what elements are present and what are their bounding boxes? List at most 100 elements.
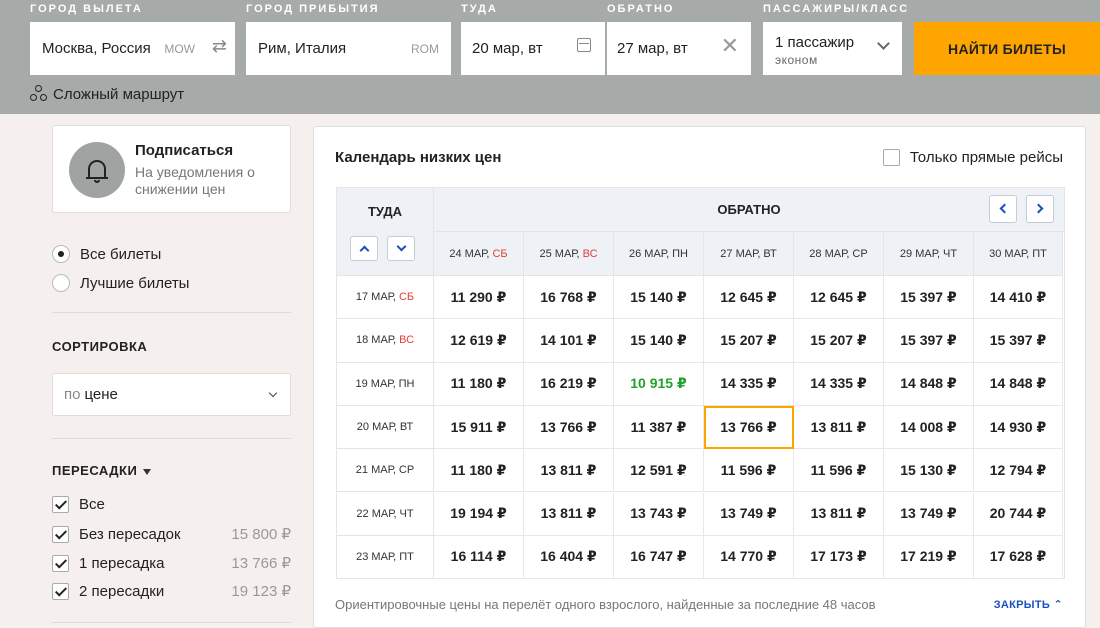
price-cell[interactable]: 14 008 ₽ (884, 405, 974, 450)
return-date-header: 29 МАР, ЧТ (884, 232, 974, 276)
weekday-text: СР (852, 247, 868, 260)
direct-flights-toggle[interactable]: Только прямые рейсы (882, 149, 1063, 166)
price-cell[interactable]: 13 749 ₽ (704, 492, 794, 536)
price-cell[interactable]: 15 911 ₽ (434, 405, 524, 450)
origin-input[interactable]: Москва, Россия MOW ⇄ (30, 22, 235, 75)
price-cell[interactable]: 13 749 ₽ (884, 492, 974, 536)
transfer-filter-all[interactable]: Все (52, 496, 291, 513)
price-cell[interactable]: 15 397 ₽ (884, 276, 974, 320)
price-cell[interactable]: 13 811 ₽ (794, 405, 884, 450)
radio-button[interactable] (52, 274, 70, 292)
chevron-down-icon (877, 37, 890, 50)
close-calendar-link[interactable]: ЗАКРЫТЬ ⌃ (994, 598, 1063, 611)
radio-button[interactable] (52, 245, 70, 263)
price-cell[interactable]: 13 766 ₽ (704, 405, 794, 450)
weekday-text: ПТ (1032, 247, 1047, 260)
price-cell[interactable]: 15 130 ₽ (884, 449, 974, 493)
next-week-button[interactable] (1026, 195, 1054, 223)
transfers-toggle[interactable]: ПЕРЕСАДКИ (52, 463, 152, 478)
passengers-label: ПАССАЖИРЫ/КЛАСС (763, 3, 910, 15)
price-cell[interactable]: 12 645 ₽ (794, 276, 884, 320)
price-cell[interactable]: 14 848 ₽ (884, 362, 974, 406)
price-cell[interactable]: 12 645 ₽ (704, 276, 794, 320)
price-cell[interactable]: 11 387 ₽ (614, 405, 704, 450)
price-cell[interactable]: 14 930 ₽ (974, 405, 1063, 450)
sort-value: цене (84, 386, 118, 403)
radio-all-tickets[interactable]: Все билеты (52, 245, 161, 263)
checkbox[interactable] (52, 582, 69, 600)
depart-column-header: ТУДА (337, 188, 434, 276)
checkbox[interactable] (52, 554, 69, 572)
checkbox[interactable] (52, 496, 69, 513)
return-header-label: ОБРАТНО (717, 202, 781, 217)
destination-input[interactable]: Рим, Италия ROM (246, 22, 451, 75)
checkbox[interactable] (882, 149, 900, 166)
checkbox[interactable] (52, 525, 69, 543)
passengers-select[interactable]: 1 пассажир эконом (763, 22, 902, 75)
price-cell[interactable]: 11 596 ₽ (704, 449, 794, 493)
caret-down-icon (143, 468, 152, 475)
prev-week-button[interactable] (989, 195, 1017, 223)
price-cell[interactable]: 11 180 ₽ (434, 449, 524, 493)
sort-select[interactable]: по цене (52, 373, 291, 416)
depart-date-input[interactable]: 20 мар, вт (461, 22, 605, 75)
transfer-filter-direct[interactable]: Без пересадок 15 800 ₽ (52, 525, 291, 543)
chevron-down-icon (268, 388, 278, 398)
price-cell[interactable]: 12 591 ₽ (614, 449, 704, 493)
date-text: 27 МАР, (720, 247, 761, 260)
price-cell[interactable]: 11 290 ₽ (434, 276, 524, 320)
radio-best-tickets[interactable]: Лучшие билеты (52, 274, 189, 292)
price-cell[interactable]: 17 173 ₽ (794, 535, 884, 580)
price-cell[interactable]: 16 768 ₽ (524, 276, 614, 320)
price-cell[interactable]: 15 140 ₽ (614, 319, 704, 363)
price-cell[interactable]: 13 766 ₽ (524, 405, 614, 450)
calendar-icon[interactable] (577, 38, 591, 52)
price-cell[interactable]: 15 140 ₽ (614, 276, 704, 320)
price-cell[interactable]: 17 219 ₽ (884, 535, 974, 580)
price-cell[interactable]: 14 410 ₽ (974, 276, 1063, 320)
price-cell[interactable]: 15 397 ₽ (974, 319, 1063, 363)
price-cell[interactable]: 14 335 ₽ (704, 362, 794, 406)
price-cell[interactable]: 19 194 ₽ (434, 492, 524, 536)
price-cell[interactable]: 13 811 ₽ (524, 449, 614, 493)
price-cell[interactable]: 15 397 ₽ (884, 319, 974, 363)
price-calendar-panel: Календарь низких цен Только прямые рейсы… (313, 126, 1086, 628)
price-cell[interactable]: 14 770 ₽ (704, 535, 794, 580)
price-cell[interactable]: 16 219 ₽ (524, 362, 614, 406)
return-date-header: 27 МАР, ВТ (704, 232, 794, 276)
date-text: 18 МАР, (355, 334, 397, 347)
chevron-up-icon (359, 245, 370, 256)
price-cell[interactable]: 15 207 ₽ (704, 319, 794, 363)
price-cell[interactable]: 14 335 ₽ (794, 362, 884, 406)
swap-icon[interactable]: ⇄ (212, 36, 227, 57)
price-cell[interactable]: 20 744 ₽ (974, 492, 1063, 536)
price-cell[interactable]: 10 915 ₽ (614, 362, 704, 406)
destination-iata: ROM (411, 42, 439, 56)
price-cell[interactable]: 17 628 ₽ (974, 535, 1063, 580)
price-cell[interactable]: 14 101 ₽ (524, 319, 614, 363)
price-cell[interactable]: 12 794 ₽ (974, 449, 1063, 493)
weekday-text: ПТ (399, 550, 414, 563)
subscribe-card[interactable]: Подписаться На уведомления о снижении це… (52, 125, 291, 213)
price-cell[interactable]: 16 747 ₽ (614, 535, 704, 580)
price-cell[interactable]: 16 114 ₽ (434, 535, 524, 580)
transfer-filter-one[interactable]: 1 пересадка 13 766 ₽ (52, 554, 291, 572)
search-button[interactable]: НАЙТИ БИЛЕТЫ (914, 22, 1100, 75)
price-cell[interactable]: 11 180 ₽ (434, 362, 524, 406)
price-cell[interactable]: 14 848 ₽ (974, 362, 1063, 406)
clear-icon[interactable]: ✕ (721, 33, 739, 59)
scroll-down-button[interactable] (387, 236, 415, 261)
scroll-up-button[interactable] (350, 236, 378, 261)
price-cell[interactable]: 13 811 ₽ (794, 492, 884, 536)
price-cell[interactable]: 13 811 ₽ (524, 492, 614, 536)
price-cell[interactable]: 13 743 ₽ (614, 492, 704, 536)
transfer-label: 1 пересадка (79, 554, 165, 572)
return-date-input[interactable]: 27 мар, вт ✕ (607, 22, 751, 75)
price-cell[interactable]: 16 404 ₽ (524, 535, 614, 580)
price-cell[interactable]: 11 596 ₽ (794, 449, 884, 493)
price-cell[interactable]: 12 619 ₽ (434, 319, 524, 363)
class-value: эконом (775, 53, 818, 67)
transfer-filter-two[interactable]: 2 пересадки 19 123 ₽ (52, 582, 291, 600)
price-cell[interactable]: 15 207 ₽ (794, 319, 884, 363)
complex-route-link[interactable]: Сложный маршрут (30, 85, 184, 103)
